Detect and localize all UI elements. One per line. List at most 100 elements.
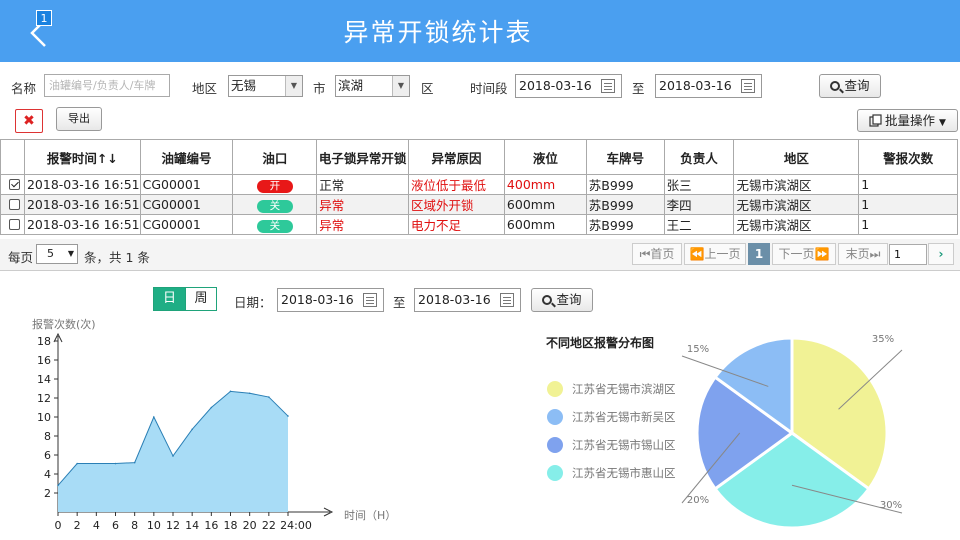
- table-row[interactable]: 2018-03-16 16:51 CG00001 关 异常 电力不足 600mm 苏B999…: [0, 214, 958, 235]
- legend-label: 江苏省无锡市惠山区: [572, 466, 676, 480]
- data-point: [191, 428, 193, 431]
- batch-operation-button[interactable]: 批量操作 ▼: [857, 109, 958, 132]
- y-axis-title: 报警次数(次): [32, 317, 96, 331]
- row-checkbox[interactable]: [9, 179, 20, 190]
- chevron-right-icon: ›: [938, 247, 944, 261]
- cell-lock-status: 正常: [316, 174, 409, 195]
- column-header-alarm-count: 警报次数: [858, 139, 958, 175]
- cell-owner: 李四: [663, 194, 735, 215]
- calendar-icon[interactable]: [741, 79, 755, 93]
- legend-swatch: [547, 465, 563, 481]
- first-page-button[interactable]: ⏮首页: [632, 243, 682, 265]
- next-page-icon: ⏩: [814, 247, 830, 261]
- search-button-label: 查询: [844, 78, 870, 93]
- data-point: [153, 416, 155, 418]
- y-tick-label: 2: [44, 487, 51, 500]
- stats-end-date-input[interactable]: 2018-03-16: [414, 288, 521, 312]
- x-tick-label: 2: [74, 519, 81, 532]
- data-point: [210, 406, 213, 409]
- search-button[interactable]: 查询: [819, 74, 881, 98]
- data-point: [248, 392, 251, 395]
- y-tick-label: 8: [44, 430, 51, 443]
- x-tick-label: 6: [112, 519, 119, 532]
- row-checkbox-cell[interactable]: [0, 214, 25, 235]
- y-tick-label: 16: [37, 354, 51, 367]
- prev-page-button[interactable]: ⏪上一页: [684, 243, 746, 265]
- name-search-input[interactable]: 油罐编号/负责人/车牌: [44, 74, 170, 97]
- legend-swatch: [547, 381, 563, 397]
- cell-level: 400mm: [503, 174, 587, 195]
- tab-week[interactable]: 周: [185, 288, 216, 310]
- cell-port: 开: [232, 174, 318, 195]
- cell-reason: 区域外开锁: [408, 194, 505, 215]
- x-tick-label: 12: [166, 519, 180, 532]
- alarm-table: 报警时间↑↓ 油罐编号 油口 电子锁异常开锁 异常原因 液位 车牌号 负责人 地…: [0, 139, 958, 235]
- close-icon: ✖: [23, 113, 35, 129]
- cell-port: 关: [232, 194, 318, 215]
- caret-down-icon: ▼: [67, 249, 74, 258]
- cell-area: 无锡市滨湖区: [733, 194, 860, 215]
- page-title: 异常开锁统计表: [343, 18, 533, 47]
- cell-tank-id: CG00001: [139, 194, 234, 215]
- stats-start-date-input[interactable]: 2018-03-16: [277, 288, 384, 312]
- region-label: 地区: [192, 81, 218, 96]
- chevron-down-icon: ▼: [392, 76, 409, 96]
- legend-label: 江苏省无锡市新吴区: [572, 410, 676, 424]
- calendar-icon[interactable]: [500, 293, 514, 307]
- cell-owner: 王二: [663, 214, 735, 235]
- goto-page-input[interactable]: 1: [889, 244, 927, 265]
- tab-day[interactable]: 日: [154, 288, 185, 310]
- cell-tank-id: CG00001: [139, 174, 234, 195]
- table-row[interactable]: 2018-03-16 16:51 CG00001 关 异常 区域外开锁 600mm 苏B99…: [0, 194, 958, 215]
- x-axis-title: 时间（H）: [344, 509, 396, 522]
- name-label: 名称: [11, 81, 37, 96]
- y-tick-label: 14: [37, 373, 51, 386]
- export-button[interactable]: 导出: [56, 107, 102, 131]
- current-page-button[interactable]: 1: [748, 243, 770, 265]
- last-page-button[interactable]: 末页⏭: [838, 243, 888, 265]
- region-select[interactable]: 无锡 ▼: [228, 75, 303, 97]
- stats-search-button[interactable]: 查询: [531, 288, 593, 312]
- row-checkbox[interactable]: [9, 199, 20, 210]
- x-tick-label: 18: [224, 519, 238, 532]
- cell-area: 无锡市滨湖区: [733, 174, 860, 195]
- pie-percent-label: 15%: [687, 344, 709, 355]
- column-header-area: 地区: [733, 139, 860, 175]
- y-tick-label: 10: [37, 411, 51, 424]
- per-page-select[interactable]: 5 ▼: [36, 244, 78, 264]
- column-header-port: 油口: [232, 139, 318, 175]
- column-header-plate: 车牌号: [585, 139, 665, 175]
- next-page-label: 下一页: [778, 247, 815, 261]
- city-select[interactable]: 滨湖 ▼: [335, 75, 410, 97]
- first-page-icon: ⏮: [639, 247, 651, 261]
- data-point: [172, 455, 174, 457]
- region-pie-chart: 不同地区报警分布图江苏省无锡市滨湖区江苏省无锡市新吴区江苏省无锡市锡山区江苏省无…: [546, 334, 903, 530]
- next-page-button[interactable]: 下一页⏩: [772, 243, 836, 265]
- first-page-label: 首页: [650, 247, 675, 261]
- row-checkbox-cell[interactable]: [0, 174, 25, 195]
- row-checkbox-cell[interactable]: [0, 194, 25, 215]
- cell-alarm-count: 1: [858, 214, 958, 235]
- cell-reason: 液位低于最低: [408, 174, 505, 195]
- cell-reason: 电力不足: [408, 214, 505, 235]
- column-header-alarm-time[interactable]: 报警时间↑↓: [23, 139, 141, 175]
- table-row[interactable]: 2018-03-16 16:51 CG00001 开 正常 液位低于最低 400mm 苏B9…: [0, 174, 958, 195]
- stats-date-label: 日期：: [234, 295, 272, 310]
- caret-down-icon: ▼: [939, 118, 946, 128]
- delete-button[interactable]: ✖: [15, 109, 43, 133]
- legend-label: 江苏省无锡市锡山区: [572, 438, 676, 452]
- pie-title: 不同地区报警分布图: [546, 335, 654, 350]
- start-date-input[interactable]: 2018-03-16: [515, 74, 622, 98]
- pager-summary: 条，共 1 条: [84, 250, 150, 265]
- cell-area: 无锡市滨湖区: [733, 214, 860, 235]
- region-select-value: 无锡: [231, 78, 257, 93]
- goto-page-button[interactable]: ›: [928, 243, 954, 265]
- cell-owner: 张三: [663, 174, 735, 195]
- calendar-icon[interactable]: [601, 79, 615, 93]
- pie-percent-label: 20%: [687, 495, 709, 506]
- period-label: 时间段: [470, 81, 508, 96]
- start-date-value: 2018-03-16: [519, 78, 592, 93]
- end-date-input[interactable]: 2018-03-16: [655, 74, 762, 98]
- row-checkbox[interactable]: [9, 219, 20, 230]
- calendar-icon[interactable]: [363, 293, 377, 307]
